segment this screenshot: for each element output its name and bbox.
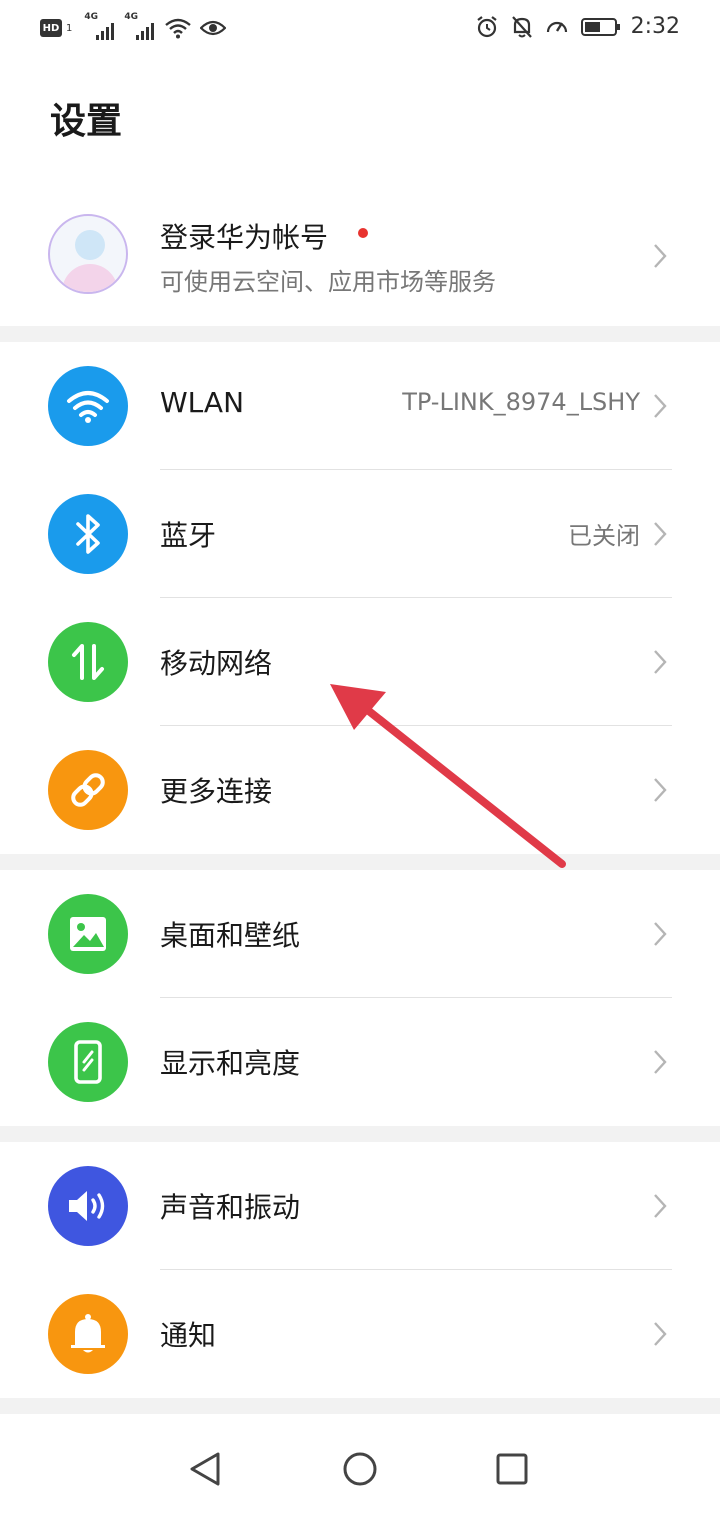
chevron-right-icon [654, 778, 667, 802]
item-label: 通知 [160, 1319, 217, 1352]
home-button[interactable] [335, 1444, 385, 1494]
item-value: 已关闭 [568, 522, 640, 550]
display-icon [48, 1022, 128, 1102]
page-title: 设置 [50, 101, 123, 142]
chevron-right-icon [654, 394, 667, 418]
signal-strength-icon: 4G [84, 12, 115, 40]
settings-item-home-wallpaper[interactable]: 桌面和壁纸 [0, 870, 720, 998]
section-gap [0, 326, 720, 342]
back-button[interactable] [180, 1444, 230, 1494]
chevron-right-icon [654, 1322, 667, 1346]
item-label: 声音和振动 [160, 1191, 301, 1224]
settings-item-bluetooth[interactable]: 蓝牙 已关闭 [0, 470, 720, 598]
recent-square-icon [496, 1453, 528, 1485]
mobile-data-icon [48, 622, 128, 702]
account-subtitle: 可使用云空间、应用市场等服务 [160, 268, 496, 296]
section-gap [0, 854, 720, 870]
status-left: HD 1 4G 4G [40, 12, 227, 40]
chevron-right-icon [654, 1050, 667, 1074]
speedometer-icon [546, 21, 567, 32]
status-bar: HD 1 4G 4G 2:32 [0, 0, 720, 62]
alarm-icon [476, 15, 497, 37]
chevron-right-icon [654, 1194, 667, 1218]
wallpaper-icon [48, 894, 128, 974]
item-label: 移动网络 [160, 647, 273, 680]
back-triangle-icon [190, 1452, 220, 1486]
notification-dot [358, 228, 368, 238]
chevron-right-icon [654, 650, 667, 674]
link-icon [48, 750, 128, 830]
account-row[interactable]: 登录华为帐号 可使用云空间、应用市场等服务 [0, 190, 720, 326]
item-label: WLAN [160, 386, 245, 419]
settings-item-more-connections[interactable]: 更多连接 [0, 726, 720, 854]
network-type-label-2: 4G [124, 12, 139, 22]
battery-icon [580, 17, 620, 36]
chevron-right-icon [654, 522, 667, 546]
settings-item-notifications[interactable]: 通知 [0, 1270, 720, 1398]
hd-badge: HD [40, 19, 62, 37]
mute-bell-icon [511, 15, 532, 38]
section-gap [0, 1398, 720, 1414]
home-circle-icon [343, 1452, 377, 1486]
wifi-icon [48, 366, 128, 446]
item-label: 更多连接 [160, 775, 273, 808]
wifi-status-icon [165, 18, 192, 39]
item-label: 桌面和壁纸 [160, 919, 301, 952]
settings-item-wlan[interactable]: WLAN TP-LINK_8974_LSHY [0, 342, 720, 470]
navigation-bar [0, 1414, 720, 1520]
network-type-label: 4G [84, 12, 99, 22]
eye-icon [200, 20, 227, 36]
item-value: TP-LINK_8974_LSHY [402, 388, 640, 416]
chevron-right-icon [654, 244, 667, 268]
signal-strength-icon-2: 4G [124, 12, 155, 40]
settings-item-sound-vibration[interactable]: 声音和振动 [0, 1142, 720, 1270]
chevron-right-icon [654, 922, 667, 946]
sim-number: 1 [66, 22, 73, 34]
settings-item-mobile-network[interactable]: 移动网络 [0, 598, 720, 726]
recent-apps-button[interactable] [487, 1444, 537, 1494]
avatar [48, 214, 128, 294]
clock: 2:32 [630, 14, 680, 39]
settings-item-display-brightness[interactable]: 显示和亮度 [0, 998, 720, 1126]
account-title: 登录华为帐号 [160, 221, 329, 254]
item-label: 显示和亮度 [160, 1047, 301, 1080]
item-label: 蓝牙 [160, 519, 217, 552]
status-right: 2:32 [475, 14, 680, 39]
section-gap [0, 1126, 720, 1142]
sound-icon [48, 1166, 128, 1246]
bluetooth-icon [48, 494, 128, 574]
bell-icon [48, 1294, 128, 1374]
